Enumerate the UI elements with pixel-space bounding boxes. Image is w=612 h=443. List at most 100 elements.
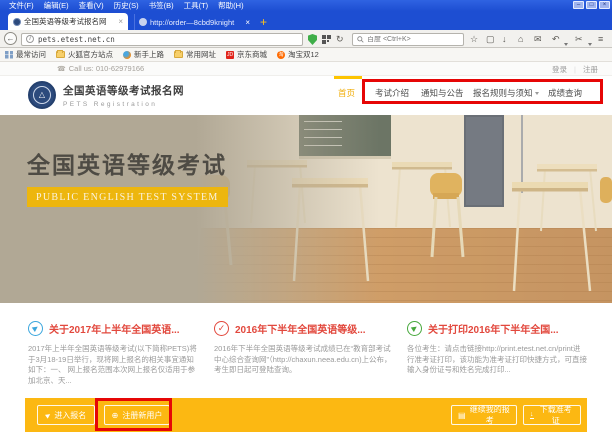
nav-exam-intro[interactable]: 考试介绍 [375,87,409,99]
site-subtitle: PETS Registration [63,101,184,108]
nav-label: 报名规则与须知 [473,87,533,99]
url-bar[interactable]: i [21,33,303,46]
nav-home[interactable]: 首页 [338,87,355,99]
menu-view[interactable]: 查看(V) [74,0,109,11]
tab-title: 全国英语等级考试报名网 [24,16,115,27]
qr-code-icon[interactable] [322,35,331,44]
navigation-toolbar: ← i ↻ ☆ ▢ ↓ ⌂ ✉ ↶ ✂ ≡ [0,30,612,48]
news-title[interactable]: 2016年下半年全国英语等级... [235,321,366,336]
refresh-icon[interactable]: ↻ [336,32,344,46]
restore-button[interactable]: □ [586,1,597,9]
divider: | [574,65,576,74]
menu-file[interactable]: 文件(F) [4,0,39,11]
bookmark-firefox-official[interactable]: 火狐官方站点 [56,49,113,60]
nav-scores[interactable]: 成绩查询 [548,87,582,99]
tab-title: http://order—8cbd9knight [150,18,242,27]
menu-tools[interactable]: 工具(T) [179,0,214,11]
close-tab-icon[interactable]: × [245,18,250,27]
nav-notices[interactable]: 通知与公告 [421,87,464,99]
menu-help[interactable]: 帮助(H) [213,0,248,11]
register-link[interactable]: 注册 [583,64,598,75]
bookmark-label: 京东商城 [237,49,267,60]
url-input[interactable] [38,35,298,44]
screenshot-icon[interactable]: ✂ [575,32,583,46]
news-body: 2017年上半年全国英语等级考试(以下简称PETS)将于3月18-19日举行，现… [28,344,198,386]
bookmarks-bar: 最常访问 火狐官方站点 新手上路 常用网址 JD京东商城 淘淘宝双12 [0,48,612,62]
menu-history[interactable]: 历史(S) [109,0,144,11]
folder-icon [56,51,65,58]
bookmark-star-icon[interactable]: ☆ [470,32,478,46]
site-favicon-icon [13,18,21,26]
news-card-1[interactable]: ▶ 关于2017年上半年全国英语... 2017年上半年全国英语等级考试(以下简… [28,321,198,386]
call-us: ☎ Call us: 010-62979166 [57,64,144,73]
hero-banner: 全国英语等级考试 PUBLIC ENGLISH TEST SYSTEM [0,115,612,303]
bookmark-label: 淘宝双12 [288,49,319,60]
pocket-icon[interactable]: ▢ [486,32,495,46]
back-button[interactable]: ← [4,32,17,45]
news-card-2[interactable]: ✓ 2016年下半年全国英语等级... 2016年下半年全国英语等级考试成绩已在… [214,321,394,376]
bookmark-most-visited[interactable]: 最常访问 [5,49,46,60]
search-bar[interactable] [352,33,464,46]
paper-plane-icon: ▶ [28,321,43,336]
enter-registration-button[interactable]: ▶ 进入报名 [37,405,95,425]
hamburger-menu-icon[interactable]: ≡ [598,32,603,46]
button-label: 进入报名 [54,410,86,421]
bookmark-label: 火狐官方站点 [68,49,113,60]
new-tab-button[interactable]: + [260,14,267,30]
news-title[interactable]: 关于打印2016年下半年全国... [428,321,559,336]
continue-registration-button[interactable]: ▤ 继续我的报考 [451,405,517,425]
bookmark-common-sites[interactable]: 常用网址 [174,49,216,60]
search-input[interactable] [367,36,459,43]
globe-favicon-icon [139,18,147,26]
taobao-icon: 淘 [277,51,285,59]
tab-pets-site[interactable]: 全国英语等级考试报名网 × [8,13,128,30]
button-label: 注册新用户 [122,410,162,421]
close-tab-icon[interactable]: × [118,17,123,26]
home-icon[interactable]: ⌂ [518,32,523,46]
nav-rules[interactable]: 报名规则与须知 [473,87,539,99]
minimize-button[interactable]: – [573,1,584,9]
bookmark-jd[interactable]: JD京东商城 [226,49,267,60]
hero-title: 全国英语等级考试 [27,146,227,180]
news-title[interactable]: 关于2017年上半年全国英语... [49,321,180,336]
news-body: 2016年下半年全国英语等级考试成绩已在“教育部考试中心综合查询网”（http:… [214,344,394,376]
menu-bookmarks[interactable]: 书签(B) [144,0,179,11]
site-topbar: ☎ Call us: 010-62979166 登录 | 注册 [0,62,612,76]
firefox-icon [123,51,131,59]
downloads-icon[interactable]: ↓ [502,32,507,46]
jd-icon: JD [226,51,234,59]
button-label: 继续我的报考 [470,404,510,426]
chat-icon[interactable]: ✉ [534,32,542,46]
grid-icon [5,51,13,59]
window-controls: – □ × [573,1,610,9]
site-info-icon[interactable]: i [26,35,34,43]
tab-order-page[interactable]: http://order—8cbd9knight × [134,14,254,30]
security-shield-icon[interactable] [308,34,317,45]
paper-plane-icon: ▶ [407,321,422,336]
undo-icon[interactable]: ↶ [552,32,560,46]
paper-plane-icon: ▶ [44,411,52,419]
book-icon: ▤ [458,411,466,420]
download-admission-ticket-button[interactable]: ↓ 下载准考证 [523,405,581,425]
hero-left-overlay [0,115,612,303]
menu-edit[interactable]: 编辑(E) [39,0,74,11]
register-new-user-button[interactable]: ⊕ 注册新用户 [104,405,170,425]
search-icon [357,36,364,43]
plus-circle-icon: ⊕ [112,411,119,420]
call-us-text: Call us: 010-62979166 [69,64,144,73]
tab-bar: 全国英语等级考试报名网 × http://order—8cbd9knight ×… [0,11,612,30]
bookmark-label: 最常访问 [16,49,46,60]
news-section: ▶ 关于2017年上半年全国英语... 2017年上半年全国英语等级考试(以下简… [0,303,612,398]
bookmark-taobao[interactable]: 淘淘宝双12 [277,49,319,60]
phone-icon: ☎ [57,65,66,73]
bookmark-label: 常用网址 [186,49,216,60]
pets-seal-icon [28,81,56,109]
screenshot-root: 文件(F) 编辑(E) 查看(V) 历史(S) 书签(B) 工具(T) 帮助(H… [0,0,612,443]
close-window-button[interactable]: × [599,1,610,9]
site-title: 全国英语等级考试报名网 [63,83,184,98]
site-logo[interactable]: 全国英语等级考试报名网 PETS Registration [28,81,184,109]
bookmark-getting-started[interactable]: 新手上路 [123,49,164,60]
news-card-3[interactable]: ▶ 关于打印2016年下半年全国... 各位考生：请点击链接http://pri… [407,321,587,376]
auth-links: 登录 | 注册 [552,64,598,75]
login-link[interactable]: 登录 [552,64,567,75]
